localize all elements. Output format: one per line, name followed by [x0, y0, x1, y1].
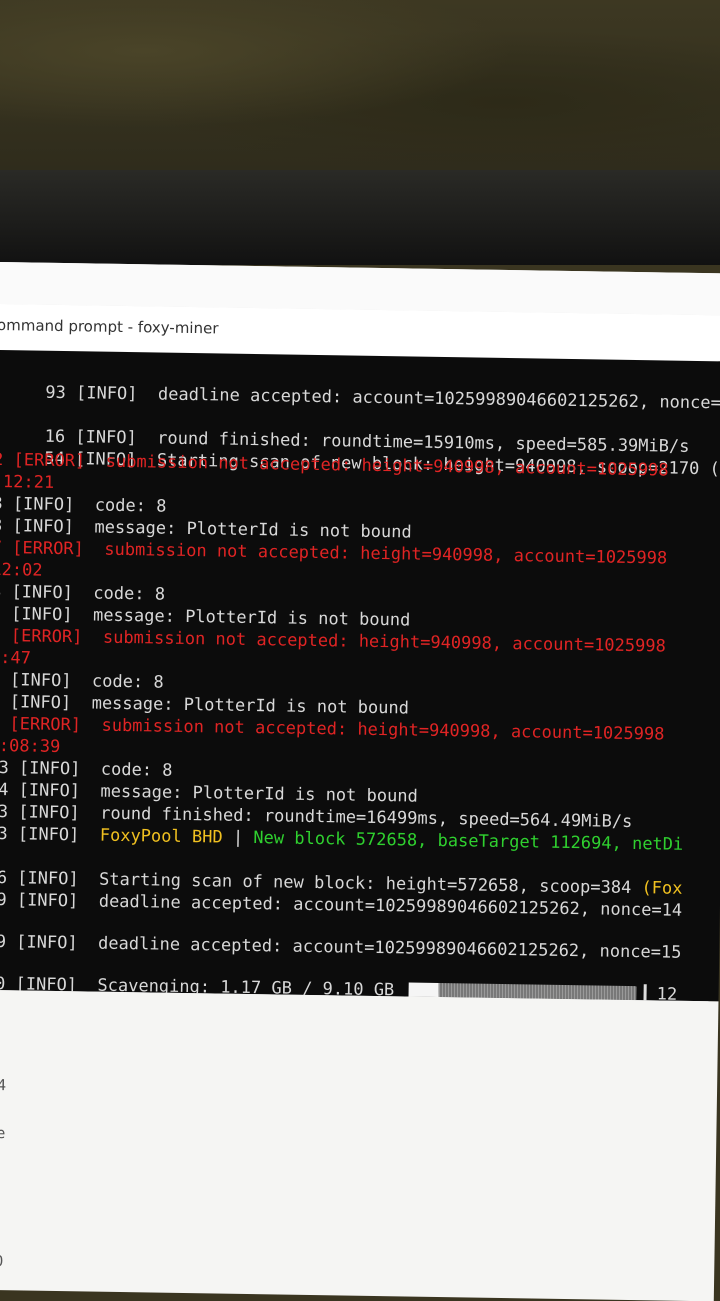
- background-wall: [0, 0, 720, 170]
- console-line: 93 [INFO] code: 8: [0, 493, 167, 517]
- console-line-error: 11:47: [0, 647, 32, 669]
- new-block-message: New block 572658, baseTarget 112694, net…: [253, 828, 684, 855]
- monitor-screen: ommand prompt - foxy-miner 93 [INFO] dea…: [0, 262, 720, 1301]
- log-prefix: 93 [INFO]: [45, 382, 159, 405]
- console-line: 249 [INFO] deadline accepted: account=10…: [0, 931, 682, 963]
- window-title: ommand prompt - foxy-miner: [0, 315, 219, 338]
- background-text: lse: [0, 1123, 6, 1143]
- background-text: 900: [0, 1251, 4, 1271]
- console-output[interactable]: 93 [INFO] deadline accepted: account=102…: [0, 349, 720, 1002]
- pool-name: FoxyPool BHD: [99, 825, 223, 848]
- console-line: 023 [INFO] code: 8: [0, 757, 173, 781]
- console-line-error: 97 [ERROR] submission not accepted: heig…: [0, 537, 668, 569]
- console-line-error: 00:08:39: [0, 735, 61, 758]
- background-window: 144 e lse 900: [0, 989, 719, 1301]
- console-line: 14 [INFO] code: 8: [0, 670, 164, 693]
- console-line-error: 13 [ERROR] submission not accepted: heig…: [0, 626, 666, 657]
- console-line-error: 22 [ERROR] submission not accepted: heig…: [9, 714, 665, 745]
- monitor-bezel: [0, 170, 720, 265]
- background-text: 144: [0, 1075, 7, 1095]
- console-line-error: 0:12:21: [0, 471, 55, 493]
- console-line-error: :12:02: [0, 559, 43, 581]
- console-line: 98 [INFO] code: 8: [0, 582, 166, 605]
